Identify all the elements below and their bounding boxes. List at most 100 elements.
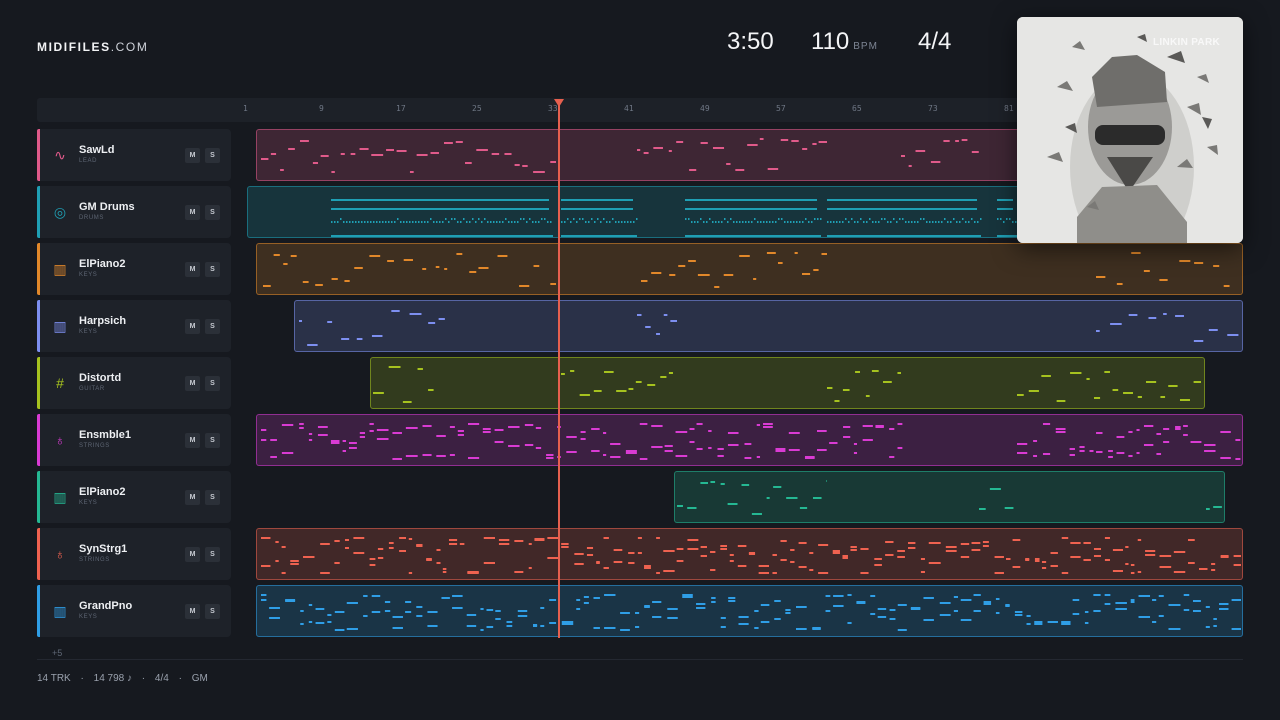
album-cover-art <box>1017 17 1243 243</box>
track-header[interactable]: ▥ GrandPno KEYS M S <box>37 585 231 637</box>
note <box>594 221 596 223</box>
track-header[interactable]: ♁ Ensmble1 STRINGS M S <box>37 414 231 466</box>
track-header[interactable]: ∿ SawLd LEAD M S <box>37 129 231 181</box>
track-header[interactable]: ▥ ElPiano2 KEYS M S <box>37 243 231 295</box>
solo-button[interactable]: S <box>205 547 220 562</box>
note <box>708 430 712 432</box>
mute-button[interactable]: M <box>185 433 200 448</box>
midi-clip[interactable] <box>370 357 1205 409</box>
track-name[interactable]: ElPiano2 <box>79 486 125 498</box>
solo-button[interactable]: S <box>205 490 220 505</box>
note <box>369 255 381 257</box>
note <box>802 273 811 275</box>
track-header[interactable]: # Distortd GUITAR M S <box>37 357 231 409</box>
note <box>1079 450 1085 452</box>
track-name[interactable]: ElPiano2 <box>79 258 125 270</box>
note <box>1194 262 1204 264</box>
note <box>1159 555 1172 557</box>
note <box>772 572 777 574</box>
note <box>1123 392 1133 394</box>
note <box>834 400 840 402</box>
note <box>514 164 520 166</box>
note <box>827 199 977 201</box>
midi-clip[interactable] <box>256 414 1243 466</box>
note <box>533 171 545 173</box>
midi-clip[interactable] <box>256 243 1243 295</box>
mute-button[interactable]: M <box>185 604 200 619</box>
note <box>1094 397 1101 399</box>
note <box>820 218 822 220</box>
track-header[interactable]: ♁ SynStrg1 STRINGS M S <box>37 528 231 580</box>
note <box>878 221 880 223</box>
playhead-marker[interactable] <box>554 99 564 107</box>
solo-button[interactable]: S <box>205 604 220 619</box>
note <box>353 537 365 539</box>
solo-button[interactable]: S <box>205 148 220 163</box>
mute-button[interactable]: M <box>185 205 200 220</box>
note <box>467 423 480 425</box>
note <box>355 221 357 223</box>
note <box>700 482 709 484</box>
note <box>1152 621 1157 623</box>
solo-button[interactable]: S <box>205 433 220 448</box>
mute-button[interactable]: M <box>185 547 200 562</box>
note <box>760 604 770 606</box>
track-name[interactable]: GrandPno <box>79 600 132 612</box>
mute-button[interactable]: M <box>185 262 200 277</box>
note <box>890 221 892 223</box>
note <box>281 424 294 426</box>
track-header[interactable]: ◎ GM Drums DRUMS M S <box>37 186 231 238</box>
more-tracks-indicator[interactable]: +5 <box>52 648 62 658</box>
solo-button[interactable]: S <box>205 319 220 334</box>
note <box>392 616 403 618</box>
midi-clip[interactable] <box>256 585 1243 637</box>
solo-button[interactable]: S <box>205 376 220 391</box>
note <box>331 171 335 173</box>
note <box>436 549 441 551</box>
midi-clip[interactable] <box>256 528 1243 580</box>
note <box>1041 375 1051 377</box>
mute-button[interactable]: M <box>185 319 200 334</box>
note <box>812 628 821 630</box>
note <box>416 154 428 156</box>
note <box>546 454 554 456</box>
track-color-bar <box>37 186 40 238</box>
note <box>645 326 651 328</box>
track-name[interactable]: Harpsich <box>79 315 126 327</box>
note <box>367 221 369 223</box>
track-header[interactable]: ▥ Harpsich KEYS M S <box>37 300 231 352</box>
note <box>1235 458 1241 460</box>
note <box>1112 389 1119 391</box>
mute-button[interactable]: M <box>185 490 200 505</box>
solo-button[interactable]: S <box>205 205 220 220</box>
note <box>830 221 832 223</box>
track-name[interactable]: GM Drums <box>79 201 135 213</box>
solo-button[interactable]: S <box>205 262 220 277</box>
track-name[interactable]: SynStrg1 <box>79 543 127 555</box>
note <box>845 218 847 220</box>
note <box>675 431 688 433</box>
note <box>982 545 989 547</box>
note <box>280 169 284 171</box>
track-header[interactable]: ▥ ElPiano2 KEYS M S <box>37 471 231 523</box>
track-name[interactable]: Ensmble1 <box>79 429 131 441</box>
note <box>636 218 638 220</box>
note <box>788 449 800 451</box>
note <box>1116 452 1125 454</box>
note <box>637 314 642 316</box>
note <box>275 541 279 543</box>
midi-clip[interactable] <box>674 471 1225 523</box>
note <box>532 221 534 223</box>
track-name[interactable]: SawLd <box>79 144 114 156</box>
note <box>1231 628 1241 630</box>
note <box>566 436 577 438</box>
midi-clip[interactable] <box>294 300 1243 352</box>
note <box>667 617 678 619</box>
mute-button[interactable]: M <box>185 148 200 163</box>
note <box>371 595 381 597</box>
track-name[interactable]: Distortd <box>79 372 121 384</box>
playhead[interactable] <box>558 104 560 638</box>
note <box>409 221 411 223</box>
note <box>1128 314 1138 316</box>
mute-button[interactable]: M <box>185 376 200 391</box>
